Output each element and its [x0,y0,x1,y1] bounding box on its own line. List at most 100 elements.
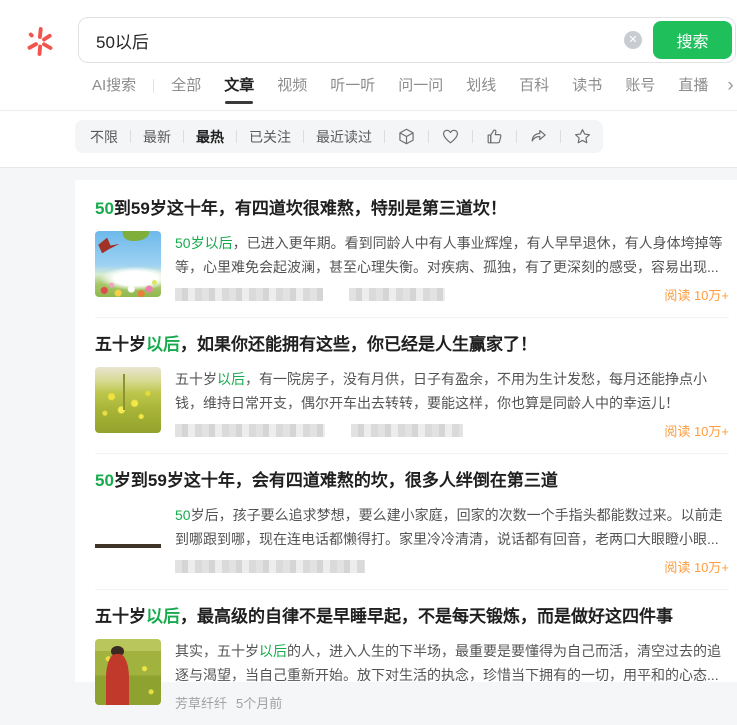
filter-option-已关注[interactable]: 已关注 [249,127,291,147]
filter-separator [428,130,429,143]
text: ，已进入更年期。看到同龄人中有人事业辉煌，有人早早退休，有人身体垮掉等等，心里难… [175,235,723,275]
tab-问一问[interactable]: 问一问 [398,76,443,96]
read-count: 阅读 10万+ [664,424,729,439]
result-snippet[interactable]: 50岁以后，已进入更年期。看到同龄人中有人事业辉煌，有人早早退休，有人身体垮掉等… [175,231,729,279]
filter-option-最新[interactable]: 最新 [143,127,171,147]
tab-划线[interactable]: 划线 [466,76,496,96]
filter-bar: 不限 最新 最热 已关注 最近读过 [75,120,603,153]
blurred-author [175,424,325,437]
highlighted-text: 50 [95,199,114,218]
filter-separator [384,130,385,143]
heart-icon[interactable] [441,127,460,147]
tab-读书[interactable]: 读书 [572,76,602,96]
text: 五十岁 [175,371,217,387]
filter-separator [183,130,184,143]
result-thumbnail[interactable] [95,503,161,569]
author-name[interactable]: 芳草纤纤 [175,693,227,712]
result-body: 50岁后，孩子要么追求梦想，要么建小家庭，回家的次数一个手指头都能数过来。以前走… [95,503,729,575]
text: 五十岁 [95,607,146,626]
filter-separator [560,130,561,143]
tab-全部[interactable]: 全部 [171,76,201,96]
text: 其实，五十岁 [175,643,259,659]
highlighted-text: 50 [175,507,191,523]
highlighted-text: 以后 [146,335,180,354]
tab-直播[interactable]: 直播 [678,76,708,96]
result-thumbnail[interactable] [95,367,161,433]
search-result: 五十岁以后，最高级的自律不是早睡早起，不是每天锻炼，而是做好这四件事 其实，五十… [95,590,729,725]
filter-separator [472,130,473,143]
text: 岁后，孩子要么追求梦想，要么建小家庭，回家的次数一个手指头都能数过来。以前走到哪… [175,507,723,547]
tabs-more-chevron-icon[interactable]: › [727,76,733,95]
tab-AI搜索[interactable]: AI搜索 [92,76,136,96]
filter-option-最热[interactable]: 最热 [196,127,224,147]
result-snippet[interactable]: 五十岁以后，有一院房子，没有月供，日子有盈余，不用为生计发愁，每月还能挣点小钱，… [175,367,729,415]
filter-option-最近读过[interactable]: 最近读过 [316,127,372,147]
highlighted-text: 以后 [217,371,245,387]
header-divider [0,110,737,111]
tab-百科[interactable]: 百科 [519,76,549,96]
tab-账号[interactable]: 账号 [625,76,655,96]
result-title[interactable]: 五十岁以后，如果你还能拥有这些，你已经是人生赢家了！ [95,333,729,357]
result-title[interactable]: 50到59岁这十年，有四道坎很难熬，特别是第三道坎！ [95,197,729,221]
blurred-author [175,288,323,301]
highlighted-text: 50 [95,471,114,490]
tab-听一听[interactable]: 听一听 [330,76,375,96]
text: ，最高级的自律不是早睡早起，不是每天锻炼，而是做好这四件事 [180,607,673,626]
red-asterisk-logo-icon [27,27,53,56]
text: ，有一院房子，没有月供，日子有盈余，不用为生计发愁，每月还能挣点小钱，维持日常开… [175,371,707,411]
blurred-author [175,560,365,573]
result-body: 50岁以后，已进入更年期。看到同龄人中有人事业辉煌，有人早早退休，有人身体垮掉等… [95,231,729,303]
result-thumbnail[interactable] [95,231,161,297]
result-content: 50岁以后，已进入更年期。看到同龄人中有人事业辉煌，有人早早退休，有人身体垮掉等… [175,231,729,303]
share-icon[interactable] [529,127,548,147]
tab-separator [153,79,155,93]
result-meta: 芳草纤纤 5个月前 [175,694,729,711]
result-title[interactable]: 50岁到59岁这十年，会有四道难熬的坎，很多人绊倒在第三道 [95,469,729,493]
star-icon[interactable] [573,127,592,147]
text: ，如果你还能拥有这些，你已经是人生赢家了！ [180,335,537,354]
header: ✕ 搜索 AI搜索 全部 文章 视频 听一听 问一问 划线 百科 读书 账号 直播 › 不限 最新 最热 已… [0,0,737,167]
filter-separator [130,130,131,143]
filter-separator [303,130,304,143]
search-result: 50岁到59岁这十年，会有四道难熬的坎，很多人绊倒在第三道 50岁后，孩子要么追… [95,454,729,590]
blurred-author [351,424,463,437]
search-result: 五十岁以后，如果你还能拥有这些，你已经是人生赢家了！ 五十岁以后，有一院房子，没… [95,318,729,454]
result-thumbnail[interactable] [95,639,161,705]
result-body: 其实，五十岁以后的人，进入人生的下半场，最重要是要懂得为自己而活，清空过去的追逐… [95,639,729,711]
search-results-page: ✕ 搜索 AI搜索 全部 文章 视频 听一听 问一问 划线 百科 读书 账号 直播 › 不限 最新 最热 已… [0,0,737,711]
search-result: 50到59岁这十年，有四道坎很难熬，特别是第三道坎！ 50岁以后，已进入更年期。… [95,182,729,318]
highlighted-text: 50岁以后 [175,235,233,251]
search-button[interactable]: 搜索 [653,21,732,59]
search-bar: ✕ 搜索 [78,17,736,63]
highlighted-text: 以后 [259,643,287,659]
read-count: 阅读 10万+ [664,288,729,303]
result-snippet[interactable]: 50岁后，孩子要么追求梦想，要么建小家庭，回家的次数一个手指头都能数过来。以前走… [175,503,729,551]
result-meta: 阅读 10万+ [175,286,729,303]
result-content: 五十岁以后，有一院房子，没有月供，日子有盈余，不用为生计发愁，每月还能挣点小钱，… [175,367,729,439]
filter-separator [516,130,517,143]
result-meta: 阅读 10万+ [175,422,729,439]
result-body: 五十岁以后，有一院房子，没有月供，日子有盈余，不用为生计发愁，每月还能挣点小钱，… [95,367,729,439]
cube-icon[interactable] [397,127,416,147]
highlighted-text: 以后 [146,607,180,626]
thumbs-up-icon[interactable] [485,127,504,147]
read-count: 阅读 10万+ [664,560,729,575]
tab-文章[interactable]: 文章 [224,76,254,104]
clear-search-icon[interactable]: ✕ [624,31,642,49]
section-divider [0,167,737,168]
result-snippet[interactable]: 其实，五十岁以后的人，进入人生的下半场，最重要是要懂得为自己而活，清空过去的追逐… [175,639,729,687]
filter-separator [236,130,237,143]
text: 岁到59岁这十年，会有四道难熬的坎，很多人绊倒在第三道 [113,471,558,490]
result-content: 50岁后，孩子要么追求梦想，要么建小家庭，回家的次数一个手指头都能数过来。以前走… [175,503,729,575]
text: 到59岁这十年，有四道坎很难熬，特别是第三道坎！ [113,199,507,218]
result-title[interactable]: 五十岁以后，最高级的自律不是早睡早起，不是每天锻炼，而是做好这四件事 [95,605,729,629]
result-content: 其实，五十岁以后的人，进入人生的下半场，最重要是要懂得为自己而活，清空过去的追逐… [175,639,729,711]
blurred-author [349,288,445,301]
tab-视频[interactable]: 视频 [277,76,307,96]
text: 五十岁 [95,335,146,354]
filter-option-不限[interactable]: 不限 [90,127,118,147]
results-list: 50到59岁这十年，有四道坎很难熬，特别是第三道坎！ 50岁以后，已进入更年期。… [75,180,737,711]
app-logo[interactable] [25,25,55,57]
search-input[interactable] [79,30,624,50]
category-tabs: AI搜索 全部 文章 视频 听一听 问一问 划线 百科 读书 账号 直播 › [92,76,734,104]
